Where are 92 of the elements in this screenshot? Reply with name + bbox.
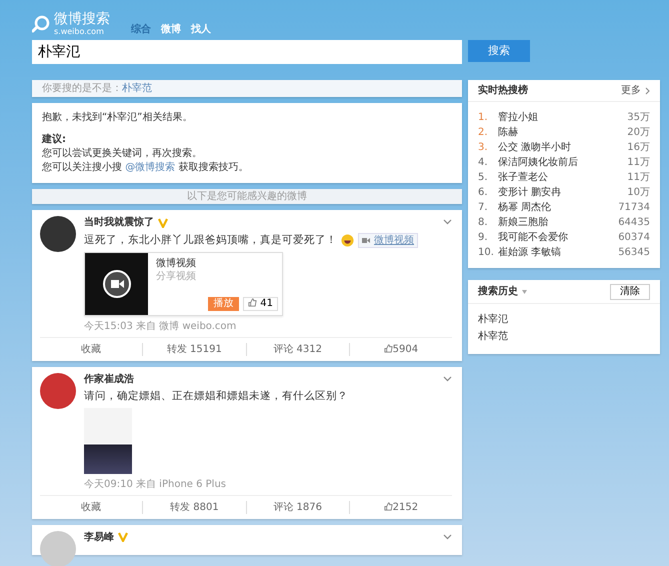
account-link[interactable]: @微博搜索 <box>125 162 176 173</box>
hot-search-title: 我可能不会爱你 <box>498 230 568 245</box>
video-link-label: 微博视频 <box>374 234 414 247</box>
hot-search-item[interactable]: 8. 新娘三胞胎 64435 <box>468 215 660 230</box>
tips-heading: 建议: <box>42 133 67 147</box>
thumbs-up-icon <box>248 298 258 307</box>
search-count: 60374 <box>618 231 650 245</box>
hot-search-title: 陈赫 <box>498 126 518 140</box>
no-result-message: 抱歉，未找到“朴宰氾”相关结果。 <box>42 111 194 125</box>
verified-icon <box>118 532 128 542</box>
search-field[interactable]: 朴宰氾 <box>32 40 462 64</box>
avatar <box>40 373 76 409</box>
hot-search-item[interactable]: 1. 窨拉小姐 35万 <box>468 110 660 125</box>
favorite-button[interactable]: 收藏 <box>40 343 142 356</box>
chevron-right-icon <box>645 86 650 94</box>
history-item[interactable]: 朴宰氾 <box>468 312 660 329</box>
rank-number: 5. <box>478 171 489 185</box>
like-button[interactable]: 41 <box>243 297 278 311</box>
video-camera-icon <box>362 238 370 243</box>
hot-search-title: 保洁阿姨化妆前后 <box>498 156 578 170</box>
rank-number: 10. <box>478 246 494 260</box>
search-button[interactable]: 搜索 <box>468 40 530 62</box>
rank-number: 3. <box>478 141 489 155</box>
rank-number: 4. <box>478 156 489 170</box>
rank-number: 8. <box>478 216 489 230</box>
author-name[interactable]: 作家崔成浩 <box>84 373 134 386</box>
hot-search-title: 杨幂 周杰伦 <box>498 200 552 215</box>
video-subtitle: 分享视频 <box>156 270 197 283</box>
chevron-down-icon[interactable] <box>443 219 452 226</box>
history-item[interactable]: 朴宰范 <box>468 329 660 346</box>
hot-search-item[interactable]: 6. 变形计 鹏安冉 10万 <box>468 185 660 200</box>
author-name[interactable]: 李易峰 <box>84 530 114 544</box>
hot-search-item[interactable]: 3. 公交 激吻半小时 16万 <box>468 140 660 155</box>
search-count: 35万 <box>627 111 650 125</box>
post-text: 请问，确定嫖娼、正在嫖娼和嫖娼未遂，有什么区别？ <box>84 390 348 404</box>
repost-button[interactable]: 转发 15191 <box>142 343 246 356</box>
like-button[interactable]: 2152 <box>348 500 452 514</box>
hot-search-item[interactable]: 10. 崔始源 李敏镐 56345 <box>468 245 660 260</box>
hot-search-item[interactable]: 9. 我可能不会爱你 60374 <box>468 230 660 245</box>
thumbs-up-icon <box>384 502 393 511</box>
hot-search-item[interactable]: 4. 保洁阿姨化妆前后 11万 <box>468 155 660 170</box>
hot-search-title: 新娘三胞胎 <box>498 216 548 230</box>
favorite-button[interactable]: 收藏 <box>40 500 142 514</box>
follow-tip: 您可以关注搜小搜 @微博搜索 获取搜索技巧。 <box>42 161 250 175</box>
search-count: 11万 <box>627 171 650 185</box>
video-camera-icon[interactable] <box>102 269 132 299</box>
post-meta: 今天15:03 来自 微博 weibo.com <box>84 320 238 333</box>
caret-down-icon <box>522 290 527 294</box>
post-text: 逗死了，东北小胖丫儿跟爸妈顶嘴，真是可爱死了！ <box>84 234 337 248</box>
hot-search-title: 张子萱老公 <box>498 170 548 185</box>
search-count: 10万 <box>627 186 650 200</box>
search-count: 56345 <box>618 246 650 260</box>
search-count: 16万 <box>627 141 650 155</box>
hot-search-item[interactable]: 5. 张子萱老公 11万 <box>468 170 660 185</box>
rank-number: 9. <box>478 231 489 245</box>
hot-search-title: 变形计 鹏安冉 <box>498 186 562 200</box>
avatar <box>40 530 76 566</box>
hot-search-item[interactable]: 2. 陈赫 20万 <box>468 125 660 140</box>
comment-button[interactable]: 评论 4312 <box>246 343 349 356</box>
verified-icon <box>158 218 168 228</box>
comment-button[interactable]: 评论 1876 <box>246 500 349 514</box>
thumbs-up-icon <box>384 344 393 353</box>
post-meta: 今天09:10 来自 iPhone 6 Plus <box>84 478 228 491</box>
rank-number: 7. <box>478 201 489 215</box>
rank-number: 1. <box>478 111 489 125</box>
hot-search-title: 崔始源 李敏镐 <box>498 246 562 260</box>
search-count: 71734 <box>618 201 650 215</box>
search-count: 11万 <box>627 156 650 170</box>
magnifier-logo-icon <box>32 15 50 33</box>
tip-text: 您可以尝试更换关键词，再次搜索。 <box>42 147 203 161</box>
clear-button[interactable]: 清除 <box>610 284 650 300</box>
video-title: 微博视频 <box>156 257 197 270</box>
rank-number: 6. <box>478 186 489 200</box>
panel-title: 实时热搜榜 <box>478 84 528 97</box>
panel-title: 搜索历史 <box>478 285 518 298</box>
image-preview-drawing <box>84 408 132 474</box>
search-count: 20万 <box>627 126 650 140</box>
hot-search-item[interactable]: 7. 杨幂 周杰伦 71734 <box>468 200 660 215</box>
chevron-down-icon[interactable] <box>443 534 452 540</box>
chevron-down-icon[interactable] <box>443 376 452 382</box>
more-link[interactable]: 更多 <box>621 84 650 97</box>
repost-button[interactable]: 转发 8801 <box>142 500 246 514</box>
more-label: 更多 <box>621 84 641 97</box>
laughing-emoji-icon <box>341 234 354 247</box>
author-name[interactable]: 当时我就震惊了 <box>84 216 154 229</box>
hot-search-title: 窨拉小姐 <box>498 110 538 125</box>
rank-number: 2. <box>478 126 489 140</box>
like-button[interactable]: 5904 <box>348 343 452 356</box>
search-count: 64435 <box>618 216 650 230</box>
hot-search-title: 公交 激吻半小时 <box>498 140 572 155</box>
suggestion-label: 你要搜的是不是： <box>42 83 122 94</box>
avatar <box>40 216 76 252</box>
